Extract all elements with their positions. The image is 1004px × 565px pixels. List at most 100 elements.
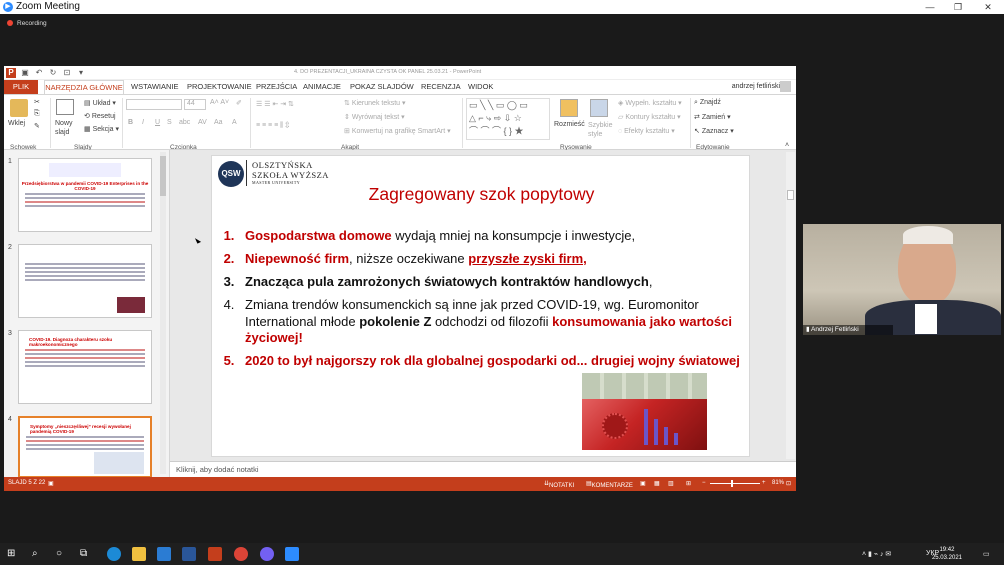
clock[interactable]: 19:42 25.03.2021 <box>932 546 962 562</box>
slide-thumbnail-1[interactable]: Przedsiębiorstwa w pandemii COVID-19 Ent… <box>18 158 152 232</box>
slide-thumbnail-4[interactable]: Symptomy „nieszczęśliwej” recesji wywoła… <box>18 416 152 478</box>
quick-styles-icon[interactable] <box>590 99 608 117</box>
notifications-icon[interactable]: ▭ <box>983 550 990 558</box>
thumbnails-scrollbar[interactable] <box>160 152 166 474</box>
align-text-button[interactable]: ⇕ Wyrównaj tekst ▾ <box>344 113 405 121</box>
view-sorter-icon[interactable]: ▦ <box>654 480 660 487</box>
avatar[interactable] <box>780 81 791 92</box>
comments-button[interactable]: ▤ KOMENTARZE <box>586 480 633 489</box>
slide-title[interactable]: Zagregowany szok popytowy <box>212 184 751 205</box>
powerpoint-taskbar-icon[interactable] <box>208 547 222 561</box>
word-icon[interactable] <box>182 547 196 561</box>
search-icon[interactable]: ⌕ <box>32 547 46 561</box>
change-case-icon[interactable]: Aa <box>214 119 223 126</box>
shape-effects-button[interactable]: ◌ Efekty kształtu ▾ <box>618 127 675 135</box>
shape-outline-button[interactable]: ▱ Kontury kształtu ▾ <box>618 113 681 121</box>
notes-pane[interactable]: Kliknij, aby dodać notatki <box>170 461 796 477</box>
maximize-icon[interactable]: ❐ <box>946 0 970 14</box>
scroll-thumb[interactable] <box>160 156 166 196</box>
bullets-icon[interactable]: ☰ ☰ ⇤ ⇥ ⇅ <box>256 100 294 108</box>
zoom-in-icon[interactable]: + <box>762 480 766 486</box>
zoom-slider-thumb[interactable] <box>731 480 733 487</box>
tab-projektowanie[interactable]: PROJEKTOWANIE <box>187 82 252 91</box>
slide-thumbnail-2[interactable] <box>18 244 152 318</box>
format-painter-icon[interactable]: ✎ <box>34 122 40 130</box>
section-button[interactable]: ▦ Sekcja ▾ <box>84 125 119 133</box>
find-button[interactable]: ⌕ Znajdź <box>694 99 721 107</box>
minimize-icon[interactable]: — <box>918 0 942 14</box>
tab-recenzja[interactable]: RECENZJA <box>421 82 461 91</box>
strikethrough-icon[interactable]: abc <box>179 119 190 126</box>
arrange-icon[interactable] <box>560 99 578 117</box>
tab-przejscia[interactable]: PRZEJŚCIA <box>256 82 297 91</box>
align-icons[interactable]: ≡ ≡ ≡ ≡ ⫼ ⇳ <box>256 122 289 130</box>
smartart-button[interactable]: ⊞ Konwertuj na grafikę SmartArt ▾ <box>344 127 451 135</box>
system-tray-icons[interactable]: ˄ ▮ ⌁ ♪ ✉ <box>862 550 891 558</box>
bullet-item[interactable]: 4. Zmiana trendów konsumenckich są inne j… <box>218 297 748 347</box>
slide-bullet-list[interactable]: 1. Gospodarstwa domowe wydają mniej na ko… <box>218 228 748 376</box>
viber-icon[interactable] <box>260 547 274 561</box>
cut-icon[interactable]: ✂ <box>34 98 40 106</box>
tab-widok[interactable]: WIDOK <box>468 82 493 91</box>
notes-button[interactable]: ⇊ NOTATKI <box>544 480 574 489</box>
collapse-ribbon-icon[interactable]: ˄ <box>785 142 789 149</box>
zoom-out-icon[interactable]: − <box>702 480 706 486</box>
close-icon[interactable]: ✕ <box>976 0 1000 14</box>
redo-icon[interactable]: ↻ <box>48 68 58 78</box>
task-view-icon[interactable]: ⧉ <box>80 547 94 561</box>
bullet-item[interactable]: 3. Znacząca pula zamrożonych światowych k… <box>218 274 748 291</box>
new-slide-icon[interactable] <box>56 99 74 115</box>
clear-format-icon[interactable]: ✐ <box>236 99 242 107</box>
arrange-button[interactable]: Rozmieść <box>554 121 585 128</box>
slide-scrollbar[interactable] <box>786 152 795 459</box>
shapes-gallery[interactable]: ▭ ╲ ╲ ▭ ◯ ▭ △ ⌐ ⤷ ⇨ ⇩ ☆ ⌒ ⌒ ⌒ { } ★ <box>466 98 550 140</box>
font-color-icon[interactable]: A <box>232 119 237 126</box>
cortana-icon[interactable]: ○ <box>56 547 70 561</box>
font-size-select[interactable]: 44 <box>184 99 206 110</box>
tab-pokaz-slajdow[interactable]: POKAZ SLAJDÓW <box>350 82 414 91</box>
user-name[interactable]: andrzej fetliński <box>732 83 780 90</box>
font-size-increase-icon[interactable]: A˄ A˅ <box>210 99 229 106</box>
zoom-taskbar-icon[interactable] <box>285 547 299 561</box>
view-normal-icon[interactable]: ▣ <box>640 480 646 487</box>
italic-icon[interactable]: I <box>142 119 144 126</box>
outlook-icon[interactable] <box>157 547 171 561</box>
proofing-icon[interactable]: ▣ <box>48 480 54 487</box>
select-button[interactable]: ↖ Zaznacz ▾ <box>694 127 734 135</box>
edge-icon[interactable] <box>107 547 121 561</box>
shape-fill-button[interactable]: ◈ Wypełn. kształtu ▾ <box>618 99 682 107</box>
bullet-item[interactable]: 1. Gospodarstwa domowe wydają mniej na ko… <box>218 228 748 245</box>
scroll-thumb[interactable] <box>787 190 794 200</box>
file-explorer-icon[interactable] <box>132 547 146 561</box>
zoom-slider[interactable] <box>710 483 760 484</box>
bullet-item[interactable]: 2. Niepewność firm, niższe oczekiwane prz… <box>218 251 748 268</box>
zoom-level[interactable]: 81% <box>772 480 784 486</box>
fit-to-window-icon[interactable]: ⊡ <box>786 480 791 487</box>
font-name-select[interactable] <box>126 99 182 110</box>
tab-narzedzia-glowne[interactable]: NARZĘDZIA GŁÓWNE <box>44 80 124 94</box>
slide-thumbnail-3[interactable]: COVID-19. Diagnoza charakteru szoku makr… <box>18 330 152 404</box>
paste-button[interactable]: Wklej <box>8 120 25 127</box>
tab-wstawianie[interactable]: WSTAWIANIE <box>131 82 179 91</box>
view-reading-icon[interactable]: ▥ <box>668 480 674 487</box>
customize-qat-icon[interactable]: ▾ <box>76 68 86 78</box>
bold-icon[interactable]: B <box>128 119 133 126</box>
chrome-icon[interactable] <box>234 547 248 561</box>
tab-animacje[interactable]: ANIMACJE <box>303 82 341 91</box>
start-slideshow-icon[interactable]: ⊡ <box>62 68 72 78</box>
text-direction-button[interactable]: ⇅ Kierunek tekstu ▾ <box>344 99 406 107</box>
slideshow-icon[interactable]: ⊞ <box>686 480 691 487</box>
char-spacing-icon[interactable]: AV <box>198 119 207 126</box>
bullet-item[interactable]: 5. 2020 to był najgorszy rok dla globalne… <box>218 353 748 370</box>
new-slide-button[interactable]: Nowy slajd <box>55 119 79 137</box>
layout-button[interactable]: ▤ Układ ▾ <box>84 99 116 107</box>
reset-button[interactable]: ⟲ Resetuj <box>84 112 116 120</box>
save-icon[interactable]: ▣ <box>20 68 30 78</box>
participant-video[interactable] <box>803 224 1001 335</box>
undo-icon[interactable]: ↶ <box>34 68 44 78</box>
replace-button[interactable]: ⇄ Zamień ▾ <box>694 113 731 121</box>
tab-plik[interactable]: PLIK <box>4 80 38 94</box>
paste-icon[interactable] <box>10 99 28 117</box>
shadow-icon[interactable]: S <box>167 119 172 126</box>
current-slide[interactable]: QSW OLSZTYŃSKA SZKOŁA WYŻSZA MASTER UNIV… <box>211 155 750 457</box>
